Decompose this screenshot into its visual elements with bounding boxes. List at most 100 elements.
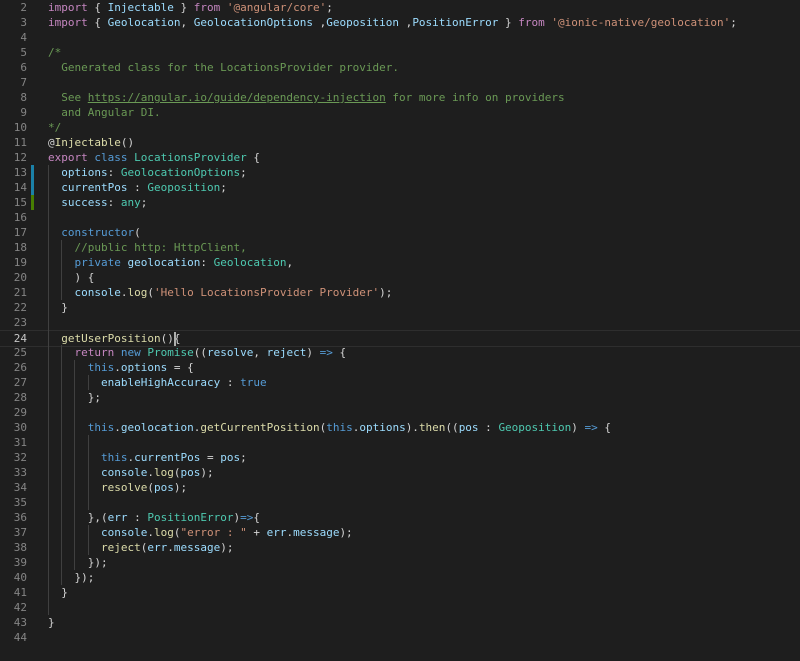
- code-line[interactable]: 16: [0, 210, 800, 225]
- code-token: =>: [319, 346, 333, 359]
- code-line[interactable]: 22 }: [0, 300, 800, 315]
- line-number: 37: [13, 526, 27, 539]
- code-token: ) {: [48, 271, 95, 284]
- code-token: class: [94, 151, 128, 164]
- code-line[interactable]: 14 currentPos : Geoposition;: [0, 180, 800, 195]
- code-line[interactable]: 8 See https://angular.io/guide/dependenc…: [0, 90, 800, 105]
- code-text: import { Injectable } from '@angular/cor…: [48, 0, 333, 15]
- code-line[interactable]: 33 console.log(pos);: [0, 465, 800, 480]
- code-token: ;: [140, 196, 148, 209]
- code-token: :: [127, 511, 148, 524]
- code-token: }: [48, 301, 68, 314]
- code-line[interactable]: 39 });: [0, 555, 800, 570]
- code-line[interactable]: 21 console.log('Hello LocationsProvider …: [0, 285, 800, 300]
- code-token: true: [240, 376, 267, 389]
- code-line[interactable]: 25 return new Promise((resolve, reject) …: [0, 345, 800, 360]
- code-text: getUserPosition(){: [48, 331, 180, 346]
- code-line[interactable]: 19 private geolocation: Geolocation,: [0, 255, 800, 270]
- code-text: resolve(pos);: [48, 480, 187, 495]
- code-token: }: [48, 616, 55, 629]
- code-token: Geolocation: [213, 256, 287, 269]
- code-line[interactable]: 17 constructor(: [0, 225, 800, 240]
- code-line[interactable]: 9 and Angular DI.: [0, 105, 800, 120]
- code-text: export class LocationsProvider {: [48, 150, 260, 165]
- code-token: return: [74, 346, 115, 359]
- code-token: err: [107, 511, 128, 524]
- line-number: 40: [13, 571, 27, 584]
- code-line[interactable]: 37 console.log("error : " + err.message)…: [0, 525, 800, 540]
- code-line[interactable]: 7: [0, 75, 800, 90]
- code-line[interactable]: 38 reject(err.message);: [0, 540, 800, 555]
- code-text: private geolocation: Geolocation,: [48, 255, 294, 270]
- code-token: {: [253, 511, 260, 524]
- code-token: .: [114, 361, 121, 374]
- code-token: PositionError: [147, 511, 234, 524]
- code-token: and Angular DI.: [48, 106, 161, 119]
- code-token: GeolocationOptions: [193, 16, 313, 29]
- code-editor[interactable]: 2 import { Injectable } from '@angular/co…: [0, 0, 800, 661]
- code-line[interactable]: 18 //public http: HttpClient,: [0, 240, 800, 255]
- code-line[interactable]: 43}: [0, 615, 800, 630]
- code-token: '@ionic-native/geolocation': [551, 16, 731, 29]
- code-text: options: GeolocationOptions;: [48, 165, 246, 180]
- line-number: 27: [13, 376, 27, 389]
- line-number: 22: [13, 301, 27, 314]
- code-line[interactable]: 30 this.geolocation.getCurrentPosition(t…: [0, 420, 800, 435]
- code-token: Geoposition: [147, 181, 221, 194]
- code-line[interactable]: 36 },(err : PositionError)=>{: [0, 510, 800, 525]
- code-line[interactable]: 11 @Injectable(): [0, 135, 800, 150]
- code-line[interactable]: 23: [0, 315, 800, 330]
- code-line[interactable]: 35: [0, 495, 800, 510]
- line-number: 32: [13, 451, 27, 464]
- code-line[interactable]: 4: [0, 30, 800, 45]
- code-line[interactable]: 28 };: [0, 390, 800, 405]
- code-token: console: [74, 286, 121, 299]
- code-line[interactable]: 41 }: [0, 585, 800, 600]
- code-line[interactable]: 3 import { Geolocation, GeolocationOption…: [0, 15, 800, 30]
- code-token: currentPos: [134, 451, 201, 464]
- code-line[interactable]: 34 resolve(pos);: [0, 480, 800, 495]
- code-token: :: [200, 256, 214, 269]
- code-line[interactable]: 2 import { Injectable } from '@angular/co…: [0, 0, 800, 15]
- code-token: ;: [220, 181, 227, 194]
- code-token: Injectable: [54, 136, 121, 149]
- code-token: ;: [326, 1, 333, 14]
- code-text: See https://angular.io/guide/dependency-…: [48, 90, 564, 105]
- code-text: constructor(: [48, 225, 140, 240]
- code-token: ,: [312, 16, 327, 29]
- code-token: pos: [220, 451, 241, 464]
- code-line[interactable]: 26 this.options = {: [0, 360, 800, 375]
- code-line[interactable]: 6 Generated class for the LocationsProvi…: [0, 60, 800, 75]
- code-line[interactable]: 40 });: [0, 570, 800, 585]
- code-line[interactable]: 42: [0, 600, 800, 615]
- code-line[interactable]: 15 success: any;: [0, 195, 800, 210]
- code-line[interactable]: 5 /*: [0, 45, 800, 60]
- code-line[interactable]: 31: [0, 435, 800, 450]
- code-text: /*: [48, 45, 61, 60]
- line-number: 41: [13, 586, 27, 599]
- code-token: .: [147, 526, 154, 539]
- indent-guide: [48, 165, 49, 615]
- code-text: @Injectable(): [48, 135, 134, 150]
- code-line[interactable]: 12 export class LocationsProvider {: [0, 150, 800, 165]
- line-number: 10: [13, 121, 27, 134]
- code-line[interactable]: 29: [0, 405, 800, 420]
- line-number: 44: [13, 631, 27, 644]
- code-token: this: [87, 421, 115, 434]
- code-line[interactable]: 13 options: GeolocationOptions;: [0, 165, 800, 180]
- code-token: geolocation: [120, 421, 194, 434]
- code-token: pos: [180, 466, 201, 479]
- code-line[interactable]: 20 ) {: [0, 270, 800, 285]
- code-token: pos: [153, 481, 174, 494]
- code-line[interactable]: 27 enableHighAccuracy : true: [0, 375, 800, 390]
- code-line[interactable]: 44: [0, 630, 800, 645]
- code-line[interactable]: 10 */: [0, 120, 800, 135]
- line-number: 29: [13, 406, 27, 419]
- code-token: resolve: [100, 481, 148, 494]
- code-line[interactable]: 32 this.currentPos = pos;: [0, 450, 800, 465]
- code-token: {: [597, 421, 612, 434]
- code-text: reject(err.message);: [48, 540, 233, 555]
